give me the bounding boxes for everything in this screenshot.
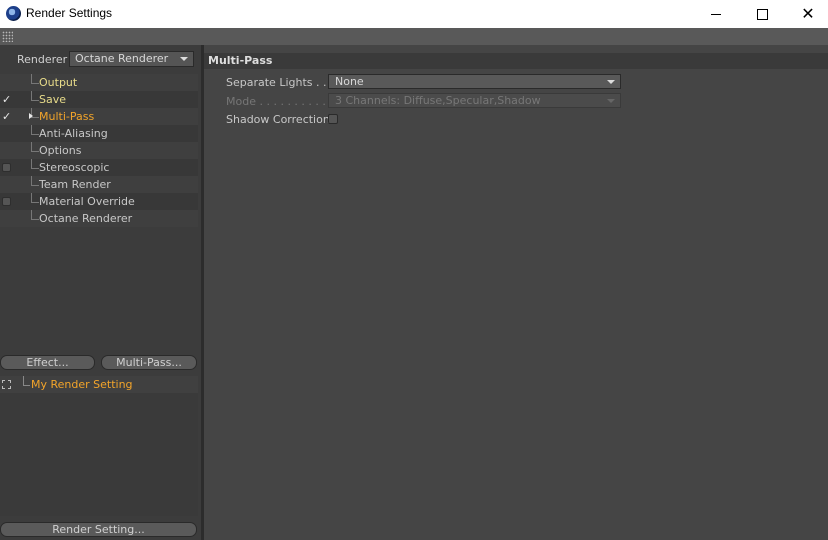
toolbar-strip — [0, 28, 828, 45]
multipass-button[interactable]: Multi-Pass... — [101, 355, 197, 370]
maximize-button[interactable] — [739, 0, 785, 28]
render-settings-list: My Render Setting — [0, 376, 198, 516]
tree-item[interactable]: Octane Renderer — [0, 210, 198, 227]
close-icon: ✕ — [801, 4, 815, 23]
mode-value: 3 Channels: Diffuse,Specular,Shadow — [335, 94, 541, 107]
mode-dropdown: 3 Channels: Diffuse,Specular,Shadow — [328, 93, 621, 108]
expand-arrow-icon[interactable] — [29, 113, 33, 119]
chevron-down-icon — [180, 57, 188, 61]
window-title: Render Settings — [26, 6, 113, 20]
tree-item[interactable]: ✓ Multi-Pass — [0, 108, 198, 125]
checkbox-slot — [2, 78, 11, 87]
renderer-dropdown[interactable]: Octane Renderer — [69, 51, 194, 67]
shadow-correction-checkbox[interactable] — [328, 114, 338, 124]
checkmark-icon[interactable]: ✓ — [2, 94, 11, 105]
tree-connector — [31, 193, 39, 203]
shadow-correction-label: Shadow Correction — [226, 113, 330, 126]
expand-icon[interactable] — [2, 380, 11, 389]
render-setting-item[interactable]: My Render Setting — [0, 376, 198, 393]
tree-connector — [31, 142, 39, 152]
maximize-icon — [756, 8, 768, 20]
checkbox-slot — [2, 180, 11, 189]
tree-connector — [31, 91, 39, 101]
separate-lights-dropdown[interactable]: None — [328, 74, 621, 89]
tree-connector — [31, 176, 39, 186]
tree-item[interactable]: Material Override — [0, 193, 198, 210]
separate-lights-value: None — [335, 75, 364, 88]
tree-item[interactable]: Options — [0, 142, 198, 159]
tree-item[interactable]: Output — [0, 74, 198, 91]
tree-connector — [31, 210, 39, 220]
tree-connector — [23, 376, 30, 386]
tree-connector — [31, 125, 39, 135]
effect-button[interactable]: Effect... — [0, 355, 95, 370]
tree-item-label: Team Render — [39, 178, 111, 191]
left-panel: Renderer Octane Renderer Output ✓ Save ✓ Mul… — [0, 45, 201, 540]
chevron-down-icon — [607, 80, 615, 84]
title-bar: Render Settings ✕ — [0, 0, 828, 28]
tree-item-label: Anti-Aliasing — [39, 127, 108, 140]
settings-tree: Output ✓ Save ✓ Multi-Pass Anti-Aliasing Optio… — [0, 74, 198, 227]
tree-item[interactable]: Team Render — [0, 176, 198, 193]
grip-icon[interactable] — [2, 31, 13, 42]
checkbox-slot — [2, 129, 11, 138]
tree-connector — [31, 159, 39, 169]
mode-label: Mode . . . . . . . . . . . — [226, 95, 333, 108]
properties-panel: Multi-Pass Separate Lights . . . None Mo… — [204, 45, 828, 540]
enable-checkbox[interactable] — [2, 163, 11, 172]
tree-item[interactable]: Stereoscopic — [0, 159, 198, 176]
tree-item-label: Stereoscopic — [39, 161, 110, 174]
minimize-button[interactable] — [693, 0, 739, 28]
tree-connector — [31, 74, 39, 84]
close-button[interactable]: ✕ — [785, 0, 828, 28]
render-setting-label: My Render Setting — [31, 378, 133, 391]
cinema4d-icon — [6, 6, 21, 21]
chevron-down-icon — [607, 99, 615, 103]
section-title: Multi-Pass — [204, 53, 828, 69]
renderer-value: Octane Renderer — [75, 52, 169, 65]
minimize-icon — [711, 13, 721, 15]
renderer-label: Renderer — [17, 53, 68, 66]
tree-item[interactable]: ✓ Save — [0, 91, 198, 108]
tree-item-label: Output — [39, 76, 78, 89]
tree-item-label: Options — [39, 144, 82, 157]
enable-checkbox[interactable] — [2, 197, 11, 206]
tree-item-label: Octane Renderer — [39, 212, 133, 225]
checkbox-slot — [2, 214, 11, 223]
separate-lights-label: Separate Lights . . . — [226, 76, 334, 89]
tree-item-label: Save — [39, 93, 67, 106]
tree-item-label: Material Override — [39, 195, 135, 208]
tree-item[interactable]: Anti-Aliasing — [0, 125, 198, 142]
tree-item-label: Multi-Pass — [39, 110, 95, 123]
checkbox-slot — [2, 146, 11, 155]
render-setting-button[interactable]: Render Setting... — [0, 522, 197, 537]
checkmark-icon[interactable]: ✓ — [2, 111, 11, 122]
